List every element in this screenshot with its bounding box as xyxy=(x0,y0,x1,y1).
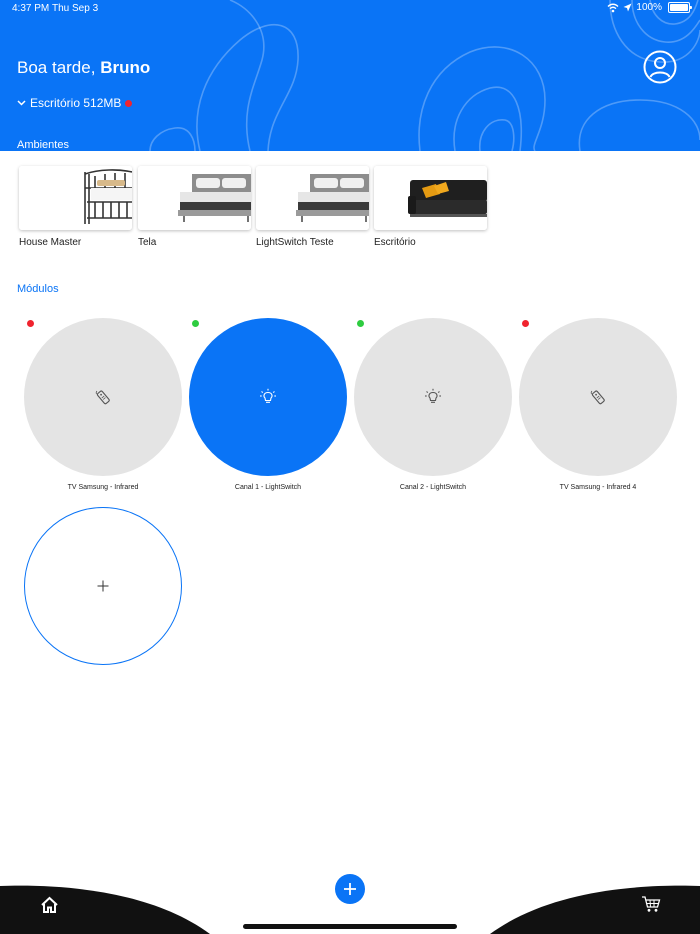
module-canal-2-lightswitch[interactable] xyxy=(354,318,512,476)
user-name: Bruno xyxy=(100,58,151,77)
add-module-button[interactable] xyxy=(24,507,182,665)
status-bar: 4:37 PM Thu Sep 3 100% xyxy=(0,0,700,18)
ambientes-title: Ambientes xyxy=(17,139,69,151)
module-tv-samsung-infrared-4[interactable] xyxy=(519,318,677,476)
greeting: Boa tarde, Bruno xyxy=(17,58,150,78)
location-name: Escritório 512MB xyxy=(30,96,122,110)
plus-icon xyxy=(344,883,356,895)
bed-image xyxy=(138,166,251,230)
module-label: TV Samsung - Infrared 4 xyxy=(559,484,637,491)
room-label-escritorio: Escritório xyxy=(374,237,416,248)
module-label: TV Samsung - Infrared xyxy=(67,484,139,491)
room-card-escritorio[interactable] xyxy=(374,166,487,230)
room-label-lightswitch-teste: LightSwitch Teste xyxy=(256,237,334,248)
room-label-house-master: House Master xyxy=(19,237,82,248)
module-status-offline xyxy=(27,320,34,327)
lightbulb-icon xyxy=(260,388,276,403)
location-arrow-icon xyxy=(623,3,632,12)
module-status-online xyxy=(357,320,364,327)
remote-icon xyxy=(590,390,605,405)
cart-icon[interactable] xyxy=(641,895,661,913)
bed-image xyxy=(256,166,369,230)
lightbulb-icon xyxy=(425,388,441,403)
room-card-lightswitch-teste[interactable] xyxy=(256,166,369,230)
module-label: Canal 1 - LightSwitch xyxy=(234,484,302,491)
chevron-down-icon xyxy=(17,100,26,106)
module-label: Canal 2 - LightSwitch xyxy=(399,484,467,491)
module-tv-samsung-infrared[interactable] xyxy=(24,318,182,476)
status-indicators: 100% xyxy=(607,2,692,13)
module-status-offline xyxy=(522,320,529,327)
sofa-image xyxy=(374,166,487,230)
remote-icon xyxy=(95,390,110,405)
room-card-tela[interactable] xyxy=(138,166,251,230)
home-indicator xyxy=(243,924,457,929)
battery-icon xyxy=(668,2,692,13)
location-selector[interactable]: Escritório 512MB xyxy=(17,96,133,110)
room-card-house-master[interactable] xyxy=(19,166,132,230)
header: 4:37 PM Thu Sep 3 100% Boa tarde, Bruno … xyxy=(0,0,700,151)
greeting-prefix: Boa tarde, xyxy=(17,58,96,77)
metal-bed-image xyxy=(19,166,132,230)
room-label-tela: Tela xyxy=(138,237,157,248)
profile-avatar-icon[interactable] xyxy=(643,50,677,84)
modules-title: Módulos xyxy=(17,283,59,295)
location-status-dot xyxy=(125,99,133,107)
home-icon[interactable] xyxy=(40,896,59,914)
wifi-icon xyxy=(607,3,619,12)
status-time: 4:37 PM xyxy=(12,3,50,14)
module-canal-1-lightswitch[interactable] xyxy=(189,318,347,476)
status-date: Thu Sep 3 xyxy=(52,3,99,14)
plus-icon xyxy=(97,580,109,592)
battery-percent: 100% xyxy=(636,2,662,13)
module-status-online xyxy=(192,320,199,327)
add-fab-button[interactable] xyxy=(335,874,365,904)
